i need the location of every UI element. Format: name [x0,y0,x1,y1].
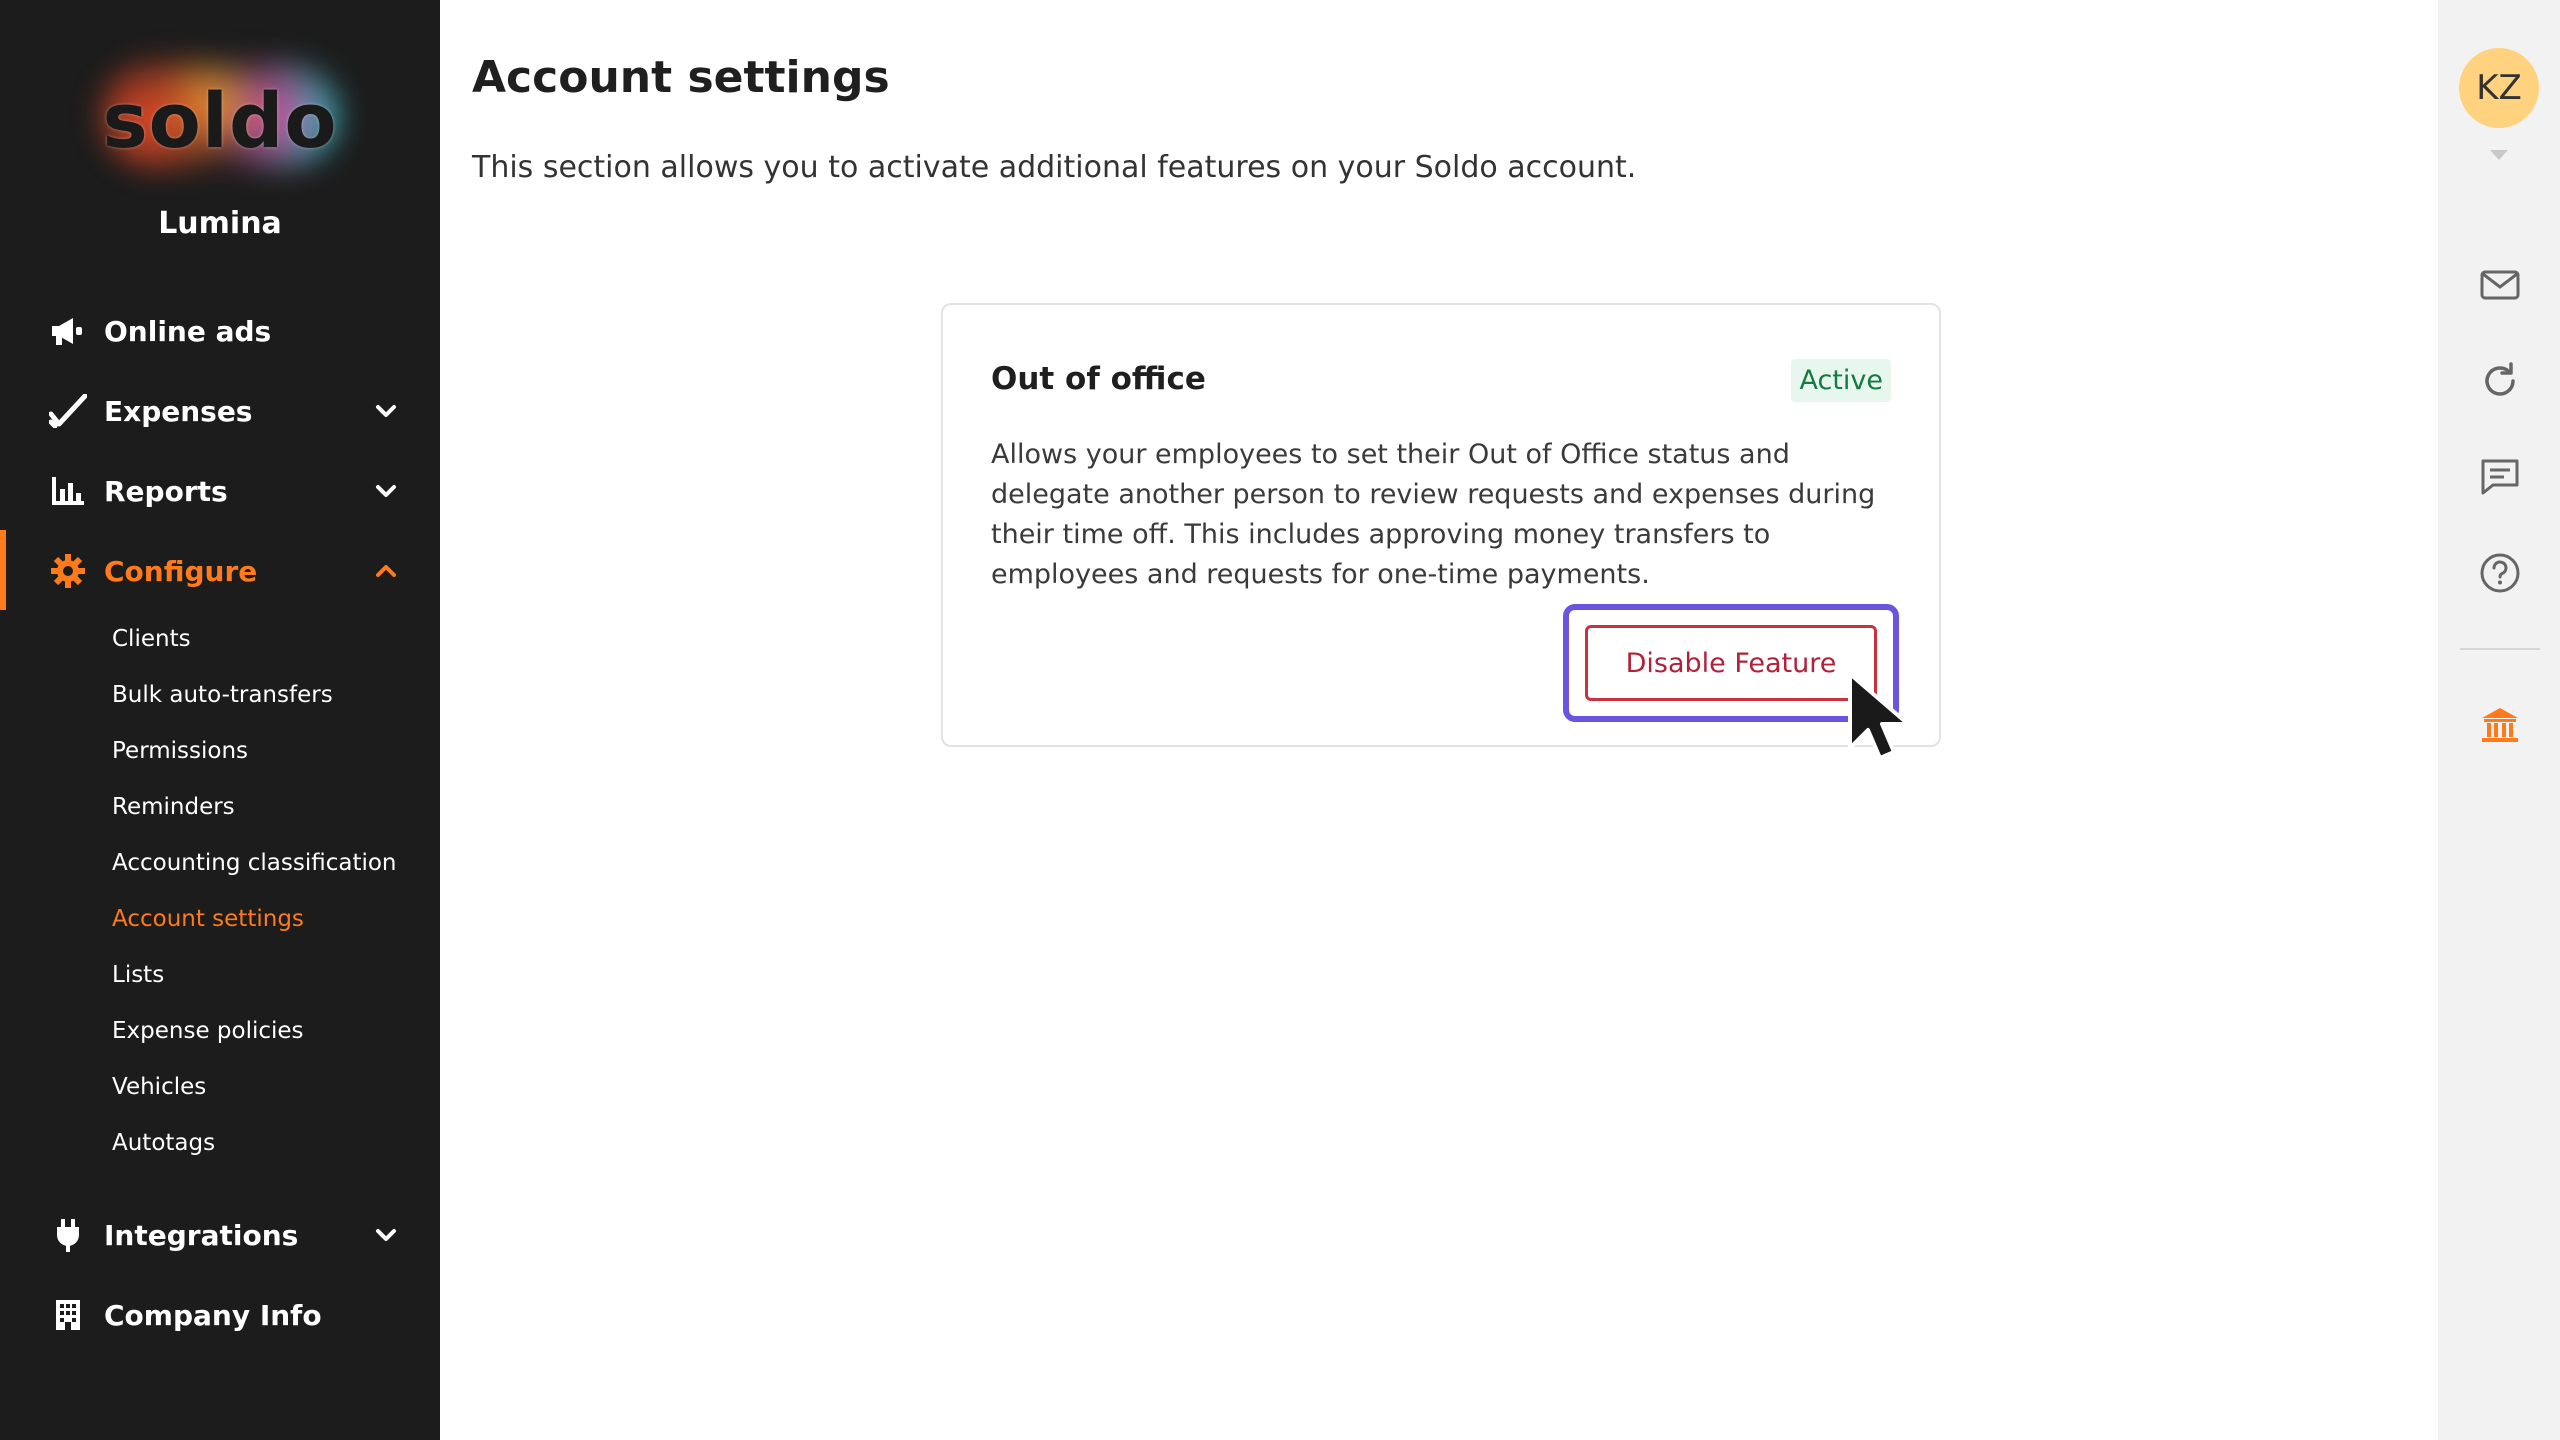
mouse-pointer-icon [1848,672,1910,760]
nav-online-ads[interactable]: Online ads [0,295,440,367]
nav-configure-label: Configure [104,554,258,588]
nav-expenses-label: Expenses [104,394,253,428]
chevron-up-icon [376,565,396,577]
avatar[interactable]: KZ [2459,48,2539,128]
mail-icon[interactable] [2479,264,2521,306]
sub-item-accounting-classification[interactable]: Accounting classification [112,850,397,876]
right-rail: KZ [2438,0,2560,1440]
rail-divider [2460,648,2540,650]
sub-item-clients[interactable]: Clients [112,626,191,652]
nav-integrations-label: Integrations [104,1218,299,1252]
gear-icon [48,551,88,591]
help-icon[interactable] [2479,552,2521,594]
sub-item-autotags[interactable]: Autotags [112,1130,215,1156]
caret-down-icon[interactable] [2488,148,2510,162]
bar-chart-icon [48,471,88,511]
feature-card-title: Out of office [991,361,1206,397]
logo-text: soldo [102,75,338,165]
chat-icon[interactable] [2479,456,2521,498]
sidebar: soldo Lumina Online ads Expenses Reports… [0,0,440,1440]
status-badge: Active [1791,359,1891,402]
sub-item-permissions[interactable]: Permissions [112,738,248,764]
feature-card-description: Allows your employees to set their Out o… [991,439,1876,590]
nav-expenses[interactable]: Expenses [0,375,440,447]
main-content: Account settings This section allows you… [440,0,2438,1440]
nav-reports-label: Reports [104,474,228,508]
soldo-logo[interactable]: soldo [40,40,400,200]
chevron-down-icon [376,405,396,417]
sub-item-expense-policies[interactable]: Expense policies [112,1018,304,1044]
nav-integrations[interactable]: Integrations [0,1199,440,1271]
sub-item-vehicles[interactable]: Vehicles [112,1074,206,1100]
plug-icon [48,1215,88,1255]
chevron-down-icon [376,1229,396,1241]
nav-reports[interactable]: Reports [0,455,440,527]
sub-item-lists[interactable]: Lists [112,962,164,988]
nav-online-ads-label: Online ads [104,314,272,348]
sub-item-bulk-auto-transfers[interactable]: Bulk auto-transfers [112,682,333,708]
sub-item-account-settings[interactable]: Account settings [112,906,304,932]
megaphone-icon [48,311,88,351]
nav-company-info-label: Company Info [104,1298,322,1332]
org-name: Lumina [158,206,282,241]
disable-feature-button[interactable]: Disable Feature [1585,625,1877,701]
sub-item-reminders[interactable]: Reminders [112,794,235,820]
check-icon [48,391,88,431]
feature-card-out-of-office: Out of office Active Allows your employe… [941,303,1941,747]
nav-company-info[interactable]: Company Info [0,1279,440,1351]
page-description: This section allows you to activate addi… [472,150,1637,185]
refresh-icon[interactable] [2479,360,2521,402]
chevron-down-icon [376,485,396,497]
page-title: Account settings [472,52,890,103]
bank-icon[interactable] [2479,704,2521,746]
nav-configure[interactable]: Configure [0,535,440,607]
building-icon [48,1295,88,1335]
